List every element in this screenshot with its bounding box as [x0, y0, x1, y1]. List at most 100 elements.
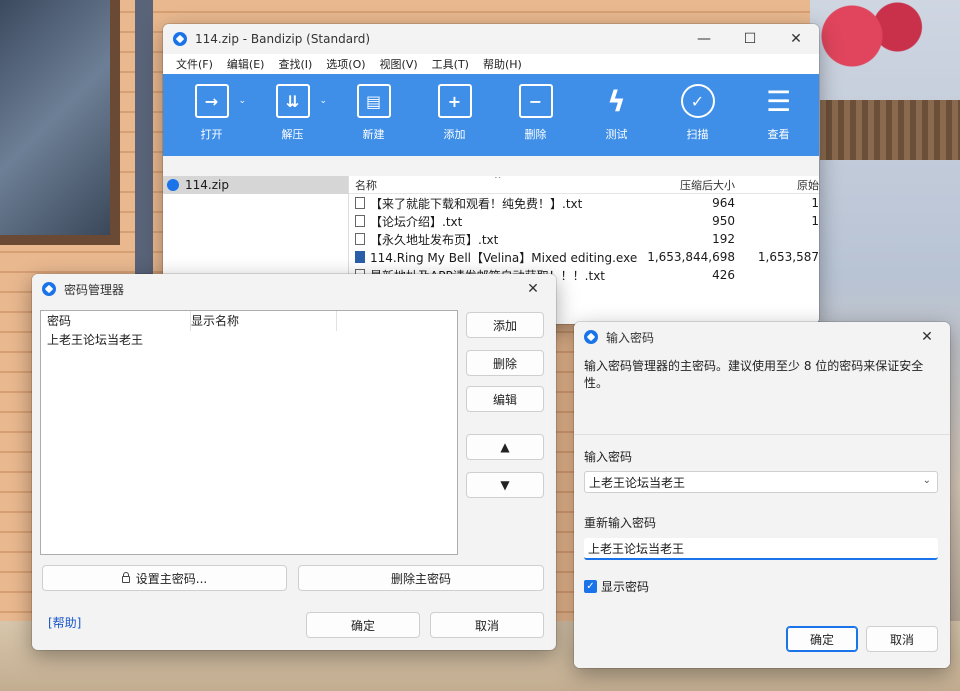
- chevron-down-icon[interactable]: ⌄: [923, 475, 931, 486]
- column-header-display-name[interactable]: 显示名称: [191, 311, 337, 331]
- ep-ok-button[interactable]: 确定: [786, 626, 858, 652]
- column-header-packed[interactable]: 压缩后大小: [647, 177, 739, 193]
- pm-ok-button[interactable]: 确定: [306, 612, 420, 638]
- menu-tools[interactable]: 工具(T): [425, 56, 476, 72]
- pm-cancel-button[interactable]: 取消: [430, 612, 544, 638]
- archive-icon: [167, 179, 179, 191]
- move-down-button[interactable]: ▼: [466, 472, 544, 498]
- help-link[interactable]: [帮助]: [48, 614, 81, 631]
- chevron-down-icon[interactable]: ⌄: [238, 96, 246, 106]
- extract-icon: ⇊: [275, 84, 310, 118]
- open-icon: →: [194, 84, 229, 118]
- ep-description: 输入密码管理器的主密码。建议使用至少 8 位的密码来保证安全性。: [584, 359, 924, 390]
- file-original-size: 1,653,587: [757, 250, 819, 264]
- bandizip-app-icon: [173, 32, 187, 46]
- file-packed-size: 950: [712, 214, 735, 228]
- repeat-password-input[interactable]: 上老王论坛当老王: [584, 538, 938, 560]
- toolbar-label: 测试: [605, 128, 628, 141]
- toolbar-scan-button[interactable]: ✓ 扫描: [657, 74, 738, 156]
- set-master-password-button[interactable]: 设置主密码...: [42, 565, 287, 591]
- close-icon[interactable]: ✕: [904, 322, 950, 352]
- wallpaper-window: [0, 0, 120, 245]
- file-packed-size: 192: [712, 232, 735, 246]
- tree-item-archive[interactable]: 114.zip: [163, 176, 348, 194]
- pm-title: 密码管理器: [64, 282, 125, 297]
- divider: [574, 434, 950, 435]
- column-header-password[interactable]: 密码: [41, 311, 191, 331]
- menu-file[interactable]: 文件(F): [169, 56, 220, 72]
- toolbar-label: 添加: [443, 128, 466, 141]
- column-header-original[interactable]: 原始: [739, 177, 819, 193]
- repeat-password-value: 上老王论坛当老王: [588, 541, 685, 556]
- delete-icon: −: [518, 84, 553, 118]
- file-packed-size: 426: [712, 268, 735, 282]
- toolbar-label: 打开: [200, 128, 223, 141]
- main-titlebar[interactable]: 114.zip - Bandizip (Standard) — ☐ ✕: [163, 24, 819, 54]
- toolbar-label: 新建: [362, 128, 385, 141]
- scan-shield-icon: ✓: [680, 84, 715, 118]
- password-row[interactable]: 上老王论坛当老王: [41, 331, 457, 349]
- maximize-icon[interactable]: ☐: [727, 24, 773, 54]
- main-window-title: 114.zip - Bandizip (Standard): [195, 32, 371, 46]
- enter-password-dialog: 输入密码 ✕ 输入密码管理器的主密码。建议使用至少 8 位的密码来保证安全性。 …: [574, 322, 950, 668]
- toolbar-label: 解压: [281, 128, 304, 141]
- file-row[interactable]: 114.Ring My Bell【Velina】Mixed editing.ex…: [349, 248, 819, 266]
- menu-help[interactable]: 帮助(H): [476, 56, 529, 72]
- toolbar-extract-button[interactable]: ⇊ 解压 ⌄: [252, 74, 333, 156]
- checkmark-icon: ✓: [584, 580, 597, 593]
- column-header-name[interactable]: 名称 ^: [349, 177, 647, 193]
- test-icon: ϟ: [607, 84, 626, 118]
- menu-options[interactable]: 选项(O): [319, 56, 372, 72]
- show-password-checkbox[interactable]: ✓ 显示密码: [584, 578, 649, 595]
- file-list-header: 名称 ^ 压缩后大小 原始: [349, 176, 819, 194]
- password-list-header: 密码 显示名称: [41, 311, 457, 331]
- close-icon[interactable]: ✕: [773, 24, 819, 54]
- toolbar-view-button[interactable]: ☰ 查看: [738, 74, 819, 156]
- file-name: 【来了就能下载和观看！纯免费！】.txt: [370, 196, 583, 211]
- file-packed-size: 1,653,844,698: [647, 250, 735, 264]
- bandizip-app-icon: [42, 282, 56, 296]
- password-input[interactable]: 上老王论坛当老王 ⌄: [584, 471, 938, 493]
- file-row[interactable]: 【永久地址发布页】.txt 192: [349, 230, 819, 248]
- show-password-label: 显示密码: [601, 580, 650, 594]
- delete-button[interactable]: 删除: [466, 350, 544, 376]
- new-archive-icon: ▤: [356, 84, 391, 118]
- executable-file-icon: [355, 251, 365, 263]
- lock-icon: [121, 571, 130, 583]
- edit-button[interactable]: 编辑: [466, 386, 544, 412]
- add-button[interactable]: 添加: [466, 312, 544, 338]
- toolbar-add-button[interactable]: + 添加: [414, 74, 495, 156]
- text-file-icon: [355, 197, 365, 209]
- toolbar-label: 查看: [767, 128, 790, 141]
- move-up-button[interactable]: ▲: [466, 434, 544, 460]
- password-list[interactable]: 密码 显示名称 上老王论坛当老王: [40, 310, 458, 555]
- pm-titlebar[interactable]: 密码管理器 ✕: [32, 274, 556, 304]
- text-file-icon: [355, 233, 365, 245]
- ep-titlebar[interactable]: 输入密码 ✕: [574, 322, 950, 352]
- ep-title: 输入密码: [606, 330, 655, 345]
- file-row[interactable]: 【论坛介绍】.txt 950 1: [349, 212, 819, 230]
- sort-up-icon: ^: [494, 176, 502, 185]
- toolbar-test-button[interactable]: ϟ 测试: [576, 74, 657, 156]
- toolbar-new-button[interactable]: ▤ 新建: [333, 74, 414, 156]
- password-label: 输入密码: [584, 450, 633, 464]
- toolbar-delete-button[interactable]: − 删除: [495, 74, 576, 156]
- tree-item-label: 114.zip: [185, 178, 229, 192]
- menubar: 文件(F) 编辑(E) 查找(I) 选项(O) 视图(V) 工具(T) 帮助(H…: [163, 54, 819, 74]
- menu-view[interactable]: 视图(V): [373, 56, 425, 72]
- ep-footer: 确定 取消: [574, 616, 950, 668]
- chevron-down-icon[interactable]: ⌄: [319, 96, 327, 106]
- file-name: 【论坛介绍】.txt: [370, 214, 463, 229]
- menu-find[interactable]: 查找(I): [271, 56, 319, 72]
- minimize-icon[interactable]: —: [681, 24, 727, 54]
- file-name: 114.Ring My Bell【Velina】Mixed editing.ex…: [370, 250, 638, 265]
- file-row[interactable]: 【来了就能下载和观看！纯免费！】.txt 964 1: [349, 194, 819, 212]
- delete-master-password-button[interactable]: 删除主密码: [298, 565, 544, 591]
- toolbar-open-button[interactable]: → 打开 ⌄: [171, 74, 252, 156]
- close-icon[interactable]: ✕: [510, 274, 556, 304]
- set-master-password-label: 设置主密码...: [135, 571, 208, 586]
- menu-edit[interactable]: 编辑(E): [220, 56, 272, 72]
- ep-cancel-button[interactable]: 取消: [866, 626, 938, 652]
- toolbar-label: 删除: [524, 128, 547, 141]
- column-name-label: 名称: [355, 178, 377, 192]
